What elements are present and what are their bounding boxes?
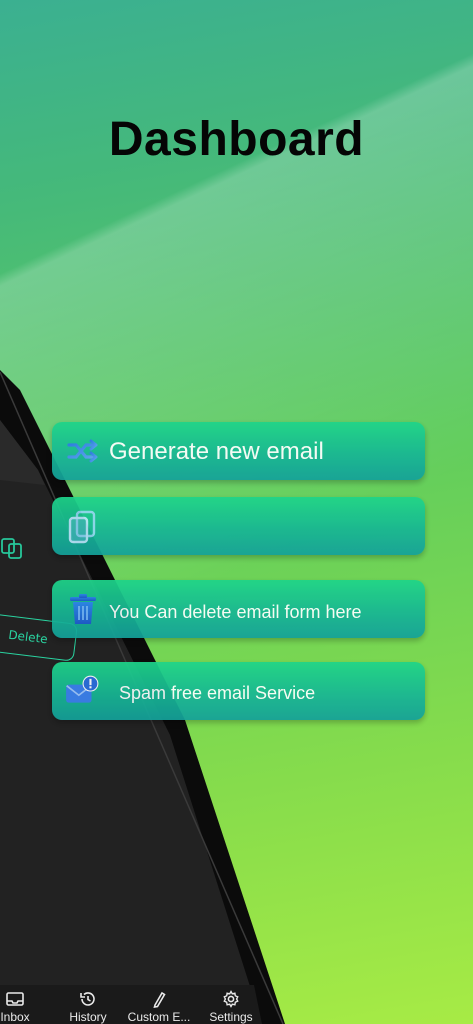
generate-email-card[interactable]: Generate new email <box>52 422 425 480</box>
generate-email-label: Generate new email <box>109 438 324 465</box>
nav-settings-label: Settings <box>209 1010 253 1024</box>
history-icon <box>80 992 95 1006</box>
trash-icon <box>70 594 96 624</box>
mail-alert-icon <box>66 675 99 703</box>
nav-custom-email-label: Custom E... <box>127 1010 191 1024</box>
nav-settings[interactable]: Settings <box>202 990 260 1024</box>
copy-icon <box>68 510 96 544</box>
spam-free-label: Spam free email Service <box>119 683 316 703</box>
nav-inbox-label: Inbox <box>0 1010 30 1024</box>
phone-copy-icon <box>0 536 26 562</box>
copy-email-card[interactable] <box>52 497 425 555</box>
nav-inbox[interactable]: Inbox <box>0 990 40 1024</box>
pencil-icon <box>153 991 166 1008</box>
nav-custom-email[interactable]: Custom E... <box>122 990 196 1024</box>
delete-email-label: You Can delete email form here <box>109 602 362 622</box>
gear-icon <box>223 990 239 1008</box>
spam-free-card[interactable]: Spam free email Service <box>52 662 425 720</box>
shuffle-icon <box>67 439 98 463</box>
inbox-icon <box>6 992 24 1006</box>
nav-history[interactable]: History <box>62 990 114 1024</box>
nav-history-label: History <box>69 1010 107 1024</box>
phone-delete-label: Delete <box>7 627 49 647</box>
delete-email-card[interactable]: You Can delete email form here <box>52 580 425 638</box>
